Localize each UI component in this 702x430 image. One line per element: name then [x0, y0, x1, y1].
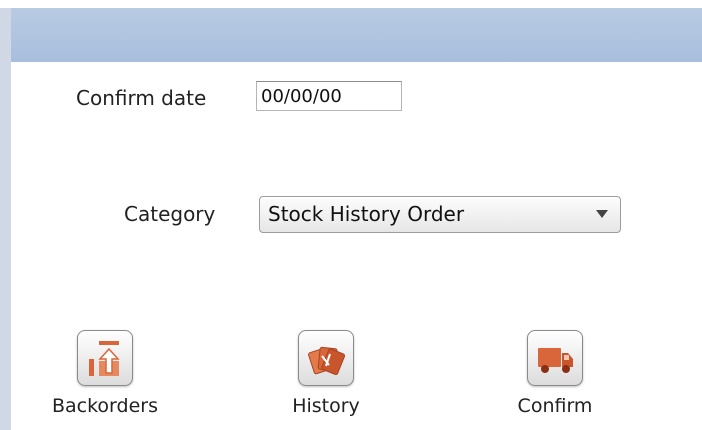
history-tool[interactable]: History: [280, 330, 372, 417]
category-label: Category: [124, 202, 216, 226]
category-select[interactable]: Stock History Order: [259, 196, 621, 233]
delivery-truck-icon: [538, 348, 573, 373]
backorders-label: Backorders: [51, 395, 158, 417]
header-bar: [11, 8, 702, 62]
backorders-tool[interactable]: Backorders: [38, 330, 172, 417]
backorders-button[interactable]: [77, 330, 133, 386]
confirm-tool[interactable]: Confirm: [505, 330, 605, 417]
dropdown-arrow-icon[interactable]: [596, 210, 608, 218]
history-cards-icon: [308, 346, 346, 376]
confirm-button[interactable]: [527, 330, 583, 386]
left-border: [0, 8, 11, 430]
confirm-date-input[interactable]: [256, 81, 402, 111]
backorder-arrow-icon: [89, 341, 120, 376]
history-label: History: [292, 395, 360, 417]
confirm-date-label: Confirm date: [76, 86, 207, 110]
history-button[interactable]: [298, 330, 354, 386]
confirm-label: Confirm: [517, 395, 593, 417]
category-selected-value: Stock History Order: [268, 202, 465, 226]
